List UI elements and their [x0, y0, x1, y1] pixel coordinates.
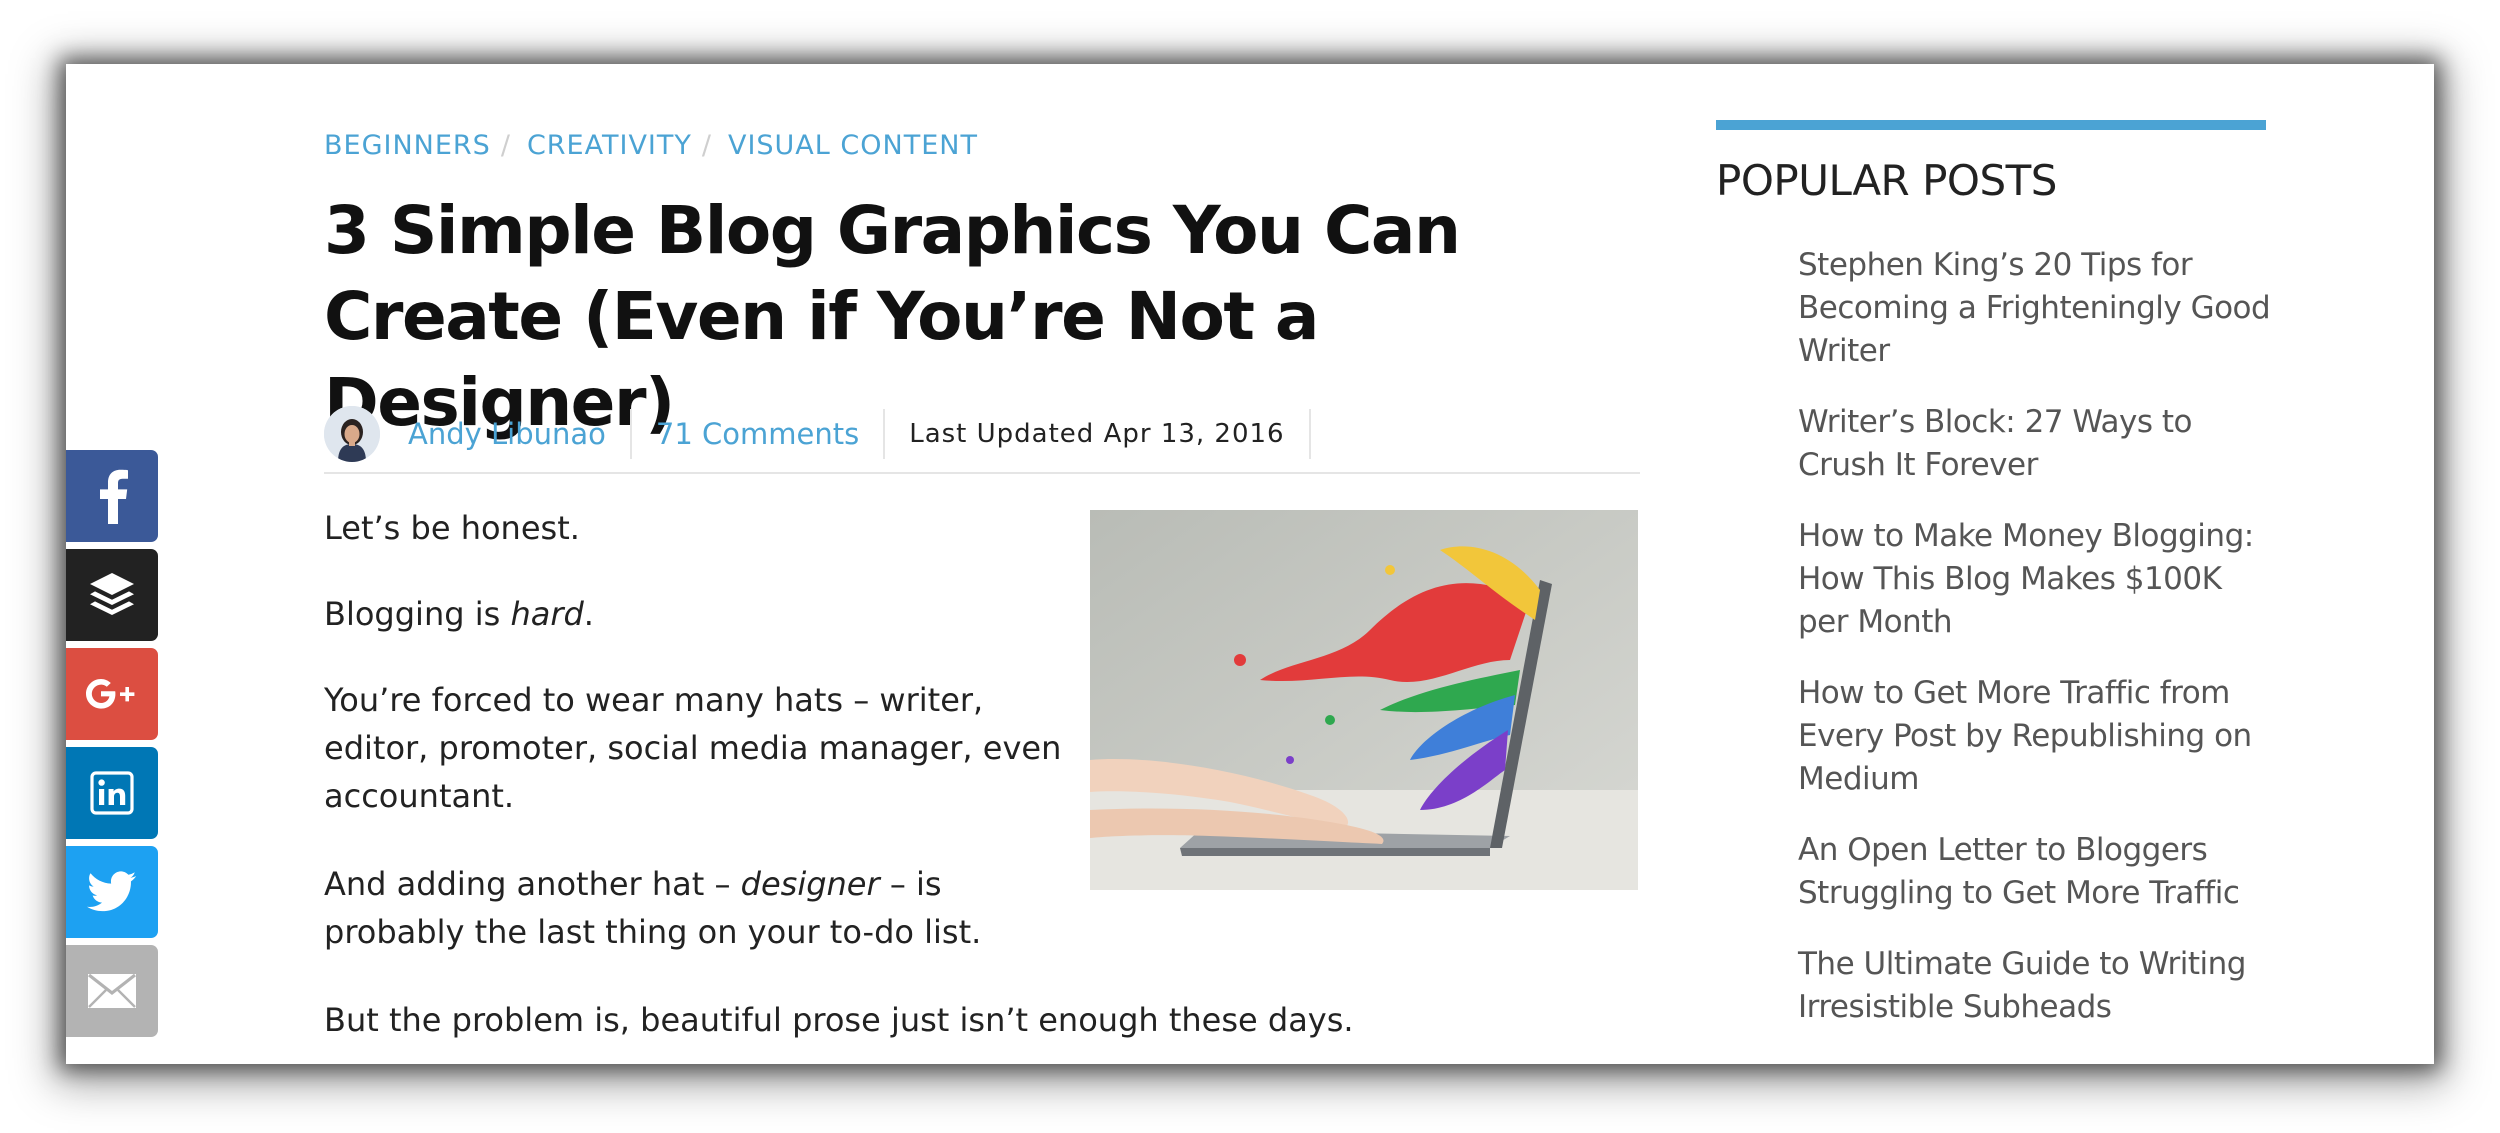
emphasis-text: designer [740, 865, 880, 903]
paragraph-text: . [583, 595, 594, 633]
breadcrumb-separator: / [500, 129, 511, 161]
article-meta: Andy Libunao 71 Comments Last Updated Ap… [324, 396, 1640, 474]
meta-divider [629, 409, 632, 459]
paragraph: You’re forced to wear many hats – writer… [324, 681, 1062, 815]
twitter-icon [87, 871, 137, 912]
meta-divider [1308, 409, 1311, 459]
popular-post-link[interactable]: The Ultimate Guide to Writing Irresistib… [1798, 943, 2278, 1029]
email-share-button[interactable] [66, 945, 158, 1037]
google-plus-share-button[interactable] [66, 648, 158, 740]
buffer-share-button[interactable] [66, 549, 158, 641]
sidebar-accent-bar [1716, 120, 2266, 130]
page: BEGINNERS / CREATIVITY / VISUAL CONTENT … [66, 64, 2434, 1064]
emphasis-text: hard [510, 595, 584, 633]
breadcrumb: BEGINNERS / CREATIVITY / VISUAL CONTENT [324, 129, 978, 161]
paragraph: Blogging is hard. [324, 590, 1044, 638]
paragraph: But the problem is, beautiful prose just… [324, 1001, 1354, 1039]
facebook-icon [100, 469, 128, 524]
popular-posts-heading: POPULAR POSTS [1716, 156, 2057, 205]
paragraph: And adding another hat – designer – is p… [324, 860, 1084, 956]
social-share-bar [66, 450, 158, 1044]
breadcrumb-beginners[interactable]: BEGINNERS [324, 130, 491, 161]
breadcrumb-creativity[interactable]: CREATIVITY [527, 130, 692, 161]
twitter-share-button[interactable] [66, 846, 158, 938]
article-hero-image [1090, 510, 1638, 890]
email-icon [88, 973, 136, 1008]
author-avatar[interactable] [324, 406, 380, 462]
popular-posts-list: Stephen King’s 20 Tips for Becoming a Fr… [1798, 244, 2278, 1057]
paragraph-text: And adding another hat – [324, 865, 741, 903]
last-updated-date: Last Updated Apr 13, 2016 [909, 419, 1285, 449]
breadcrumb-visual-content[interactable]: VISUAL CONTENT [728, 130, 978, 161]
popular-post-link[interactable]: An Open Letter to Bloggers Struggling to… [1798, 829, 2278, 915]
linkedin-share-button[interactable] [66, 747, 158, 839]
popular-post-link[interactable]: How to Get More Traffic from Every Post … [1798, 672, 2278, 801]
paragraph-text: Blogging is [324, 595, 511, 633]
buffer-icon [90, 573, 134, 615]
facebook-share-button[interactable] [66, 450, 158, 542]
meta-divider [883, 409, 886, 459]
google-plus-icon [86, 679, 135, 709]
linkedin-icon [90, 771, 134, 815]
popular-post-link[interactable]: How to Make Money Blogging: How This Blo… [1798, 515, 2278, 644]
popular-post-link[interactable]: Writer’s Block: 27 Ways to Crush It Fore… [1798, 401, 2278, 487]
popular-post-link[interactable]: Stephen King’s 20 Tips for Becoming a Fr… [1798, 244, 2278, 373]
breadcrumb-separator: / [701, 129, 712, 161]
paragraph: Let’s be honest. [324, 509, 580, 547]
comments-link[interactable]: 71 Comments [656, 409, 859, 459]
author-link[interactable]: Andy Libunao [408, 409, 606, 459]
